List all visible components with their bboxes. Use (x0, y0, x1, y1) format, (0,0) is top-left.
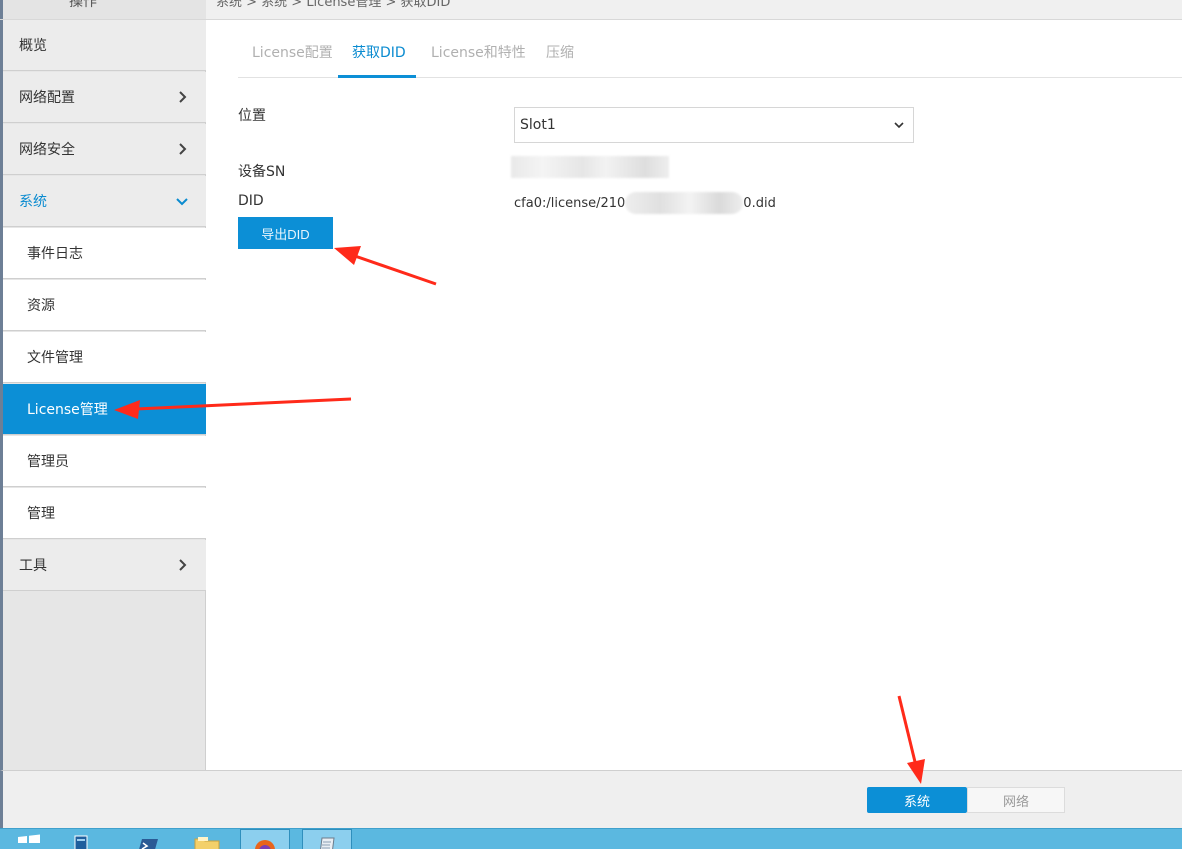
main-content: License配置 获取DID License和特性 压缩 位置 Slot1 设… (207, 20, 1182, 770)
did-file-path: cfa0:/license/210 0.did (514, 192, 776, 214)
sidebar-item-label: 工具 (19, 558, 47, 574)
sidebar-subitem-administrators[interactable]: 管理员 (3, 436, 206, 487)
bottom-bar: 系统 网络 (0, 770, 1182, 828)
sidebar-item-network-security[interactable]: 网络安全 (3, 124, 206, 175)
sidebar: 概览 网络配置 网络安全 系统 事件日志 资源 文件管理 License管理 管… (0, 20, 206, 770)
section-title: 操作 (69, 0, 97, 10)
tab-get-did[interactable]: 获取DID (352, 42, 406, 62)
sidebar-item-system[interactable]: 系统 (3, 176, 206, 227)
location-label: 位置 (238, 108, 266, 124)
sidebar-subitem-label: License管理 (27, 402, 108, 418)
sidebar-header: 操作 (0, 0, 206, 19)
did-path-prefix: cfa0:/license/210 (514, 195, 626, 211)
top-strip: 操作 系统 > 系统 > License管理 > 获取DID (0, 0, 1182, 20)
tab-license-features[interactable]: License和特性 (431, 42, 526, 62)
sidebar-subitem-label: 资源 (27, 298, 55, 314)
chevron-down-icon (176, 198, 188, 206)
location-select[interactable]: Slot1 (514, 107, 914, 143)
network-mode-button[interactable]: 网络 (967, 787, 1065, 813)
sidebar-item-tools[interactable]: 工具 (3, 540, 206, 591)
location-select-value: Slot1 (520, 117, 556, 133)
sidebar-subitem-management[interactable]: 管理 (3, 488, 206, 539)
chevron-down-icon (894, 122, 904, 129)
chevron-right-icon (179, 143, 187, 155)
windows-taskbar (0, 828, 1182, 849)
active-tab-indicator (338, 75, 416, 78)
file-explorer-icon[interactable] (182, 829, 232, 849)
sidebar-subitem-label: 管理员 (27, 454, 69, 470)
sidebar-item-label: 概览 (19, 38, 47, 54)
did-path-suffix: 0.did (743, 195, 776, 211)
powershell-icon[interactable] (122, 829, 172, 849)
sidebar-item-network-config[interactable]: 网络配置 (3, 72, 206, 123)
chevron-right-icon (179, 559, 187, 571)
tab-bar: License配置 获取DID License和特性 压缩 (238, 20, 1182, 78)
system-mode-button[interactable]: 系统 (867, 787, 967, 813)
firefox-icon[interactable] (240, 829, 290, 849)
breadcrumb: 系统 > 系统 > License管理 > 获取DID (216, 0, 451, 10)
sidebar-item-overview[interactable]: 概览 (3, 20, 206, 71)
device-sn-value-redacted (511, 156, 669, 178)
did-path-redacted (625, 192, 744, 214)
sidebar-subitem-label: 管理 (27, 506, 55, 522)
sidebar-subitem-file-management[interactable]: 文件管理 (3, 332, 206, 383)
sidebar-item-label: 网络配置 (19, 90, 75, 106)
sidebar-subitem-resources[interactable]: 资源 (3, 280, 206, 331)
sidebar-subitem-label: 事件日志 (27, 246, 83, 262)
sidebar-subitem-license-management[interactable]: License管理 (3, 384, 206, 435)
sidebar-item-label: 网络安全 (19, 142, 75, 158)
server-manager-icon[interactable] (56, 829, 106, 849)
sidebar-subitem-event-log[interactable]: 事件日志 (3, 228, 206, 279)
sidebar-subitem-label: 文件管理 (27, 350, 83, 366)
tab-license-config[interactable]: License配置 (252, 42, 333, 62)
sidebar-item-label: 系统 (19, 194, 47, 210)
device-sn-label: 设备SN (238, 164, 286, 180)
tab-compress[interactable]: 压缩 (546, 42, 574, 62)
export-did-button[interactable]: 导出DID (238, 217, 333, 249)
did-label: DID (238, 193, 264, 209)
notepad-icon[interactable] (302, 829, 352, 849)
windows-start-icon[interactable] (4, 829, 54, 849)
chevron-right-icon (179, 91, 187, 103)
